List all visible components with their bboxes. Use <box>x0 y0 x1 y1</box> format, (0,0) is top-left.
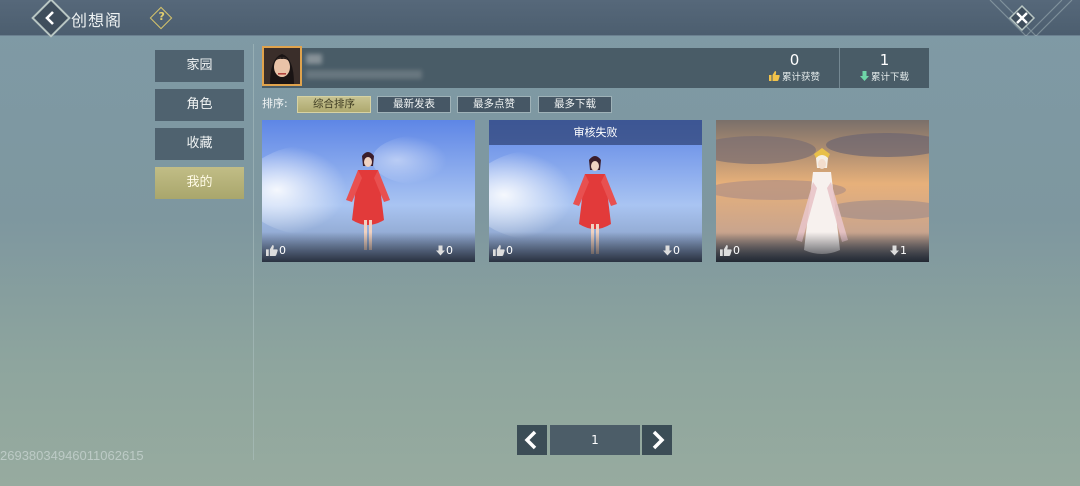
sort-most-downloaded-button[interactable]: 最多下载 <box>538 96 612 113</box>
like-count: 0 <box>733 244 740 257</box>
download-arrow-icon <box>663 245 672 259</box>
previous-page-button[interactable] <box>517 425 547 455</box>
total-likes-value: 0 <box>789 51 800 69</box>
work-card-1[interactable]: 0 0 <box>262 120 475 262</box>
download-count: 0 <box>446 244 453 257</box>
total-downloads-stat: 1 累计下载 <box>839 48 929 88</box>
download-count: 0 <box>673 244 680 257</box>
like-count: 0 <box>279 244 286 257</box>
sidebar-item-favorites[interactable]: 收藏 <box>155 128 244 160</box>
avatar[interactable] <box>262 46 302 86</box>
page-number: 1 <box>550 425 640 455</box>
total-likes-stat: 0 累计获赞 <box>752 48 837 88</box>
review-failed-banner: 审核失败 <box>489 120 702 145</box>
close-button[interactable] <box>1008 4 1036 32</box>
chevron-left-icon <box>45 11 54 25</box>
page-title: 创想阁 <box>71 11 123 30</box>
total-likes-label: 累计获赞 <box>781 72 820 83</box>
close-icon <box>1008 4 1036 32</box>
work-card-2[interactable]: 审核失败 0 0 <box>489 120 702 262</box>
download-arrow-icon <box>859 71 869 86</box>
sidebar-item-character[interactable]: 角色 <box>155 89 244 121</box>
sort-label: 排序: <box>262 97 288 110</box>
download-arrow-icon <box>436 245 445 259</box>
top-bar: 创想阁 ? <box>0 0 1080 38</box>
download-arrow-icon <box>890 245 899 259</box>
sidebar: 家园 角色 收藏 我的 <box>155 50 244 206</box>
vertical-divider <box>253 44 254 460</box>
back-button[interactable] <box>31 0 71 38</box>
thumbs-up-icon <box>720 245 732 259</box>
download-count: 1 <box>900 244 907 257</box>
next-page-button[interactable] <box>642 425 672 455</box>
question-icon: ? <box>158 10 165 24</box>
uid-watermark: 2693803494601106261­5 <box>0 448 144 463</box>
sort-most-liked-button[interactable]: 最多点赞 <box>457 96 531 113</box>
sidebar-item-mine[interactable]: 我的 <box>155 167 244 199</box>
player-name-redacted <box>306 54 322 64</box>
total-downloads-value: 1 <box>879 51 890 69</box>
sort-comprehensive-button[interactable]: 综合排序 <box>297 96 371 113</box>
work-card-3[interactable]: 0 1 <box>716 120 929 262</box>
help-button[interactable]: ? <box>149 6 173 30</box>
sidebar-item-home[interactable]: 家园 <box>155 50 244 82</box>
player-id-redacted <box>306 70 422 79</box>
sort-newest-button[interactable]: 最新发表 <box>377 96 451 113</box>
chevron-left-icon <box>524 430 537 450</box>
thumbs-up-icon <box>768 71 780 86</box>
chevron-right-icon <box>652 430 665 450</box>
thumbs-up-icon <box>493 245 505 259</box>
profile-bar: 0 累计获赞 1 累计下载 <box>262 46 929 88</box>
thumbs-up-icon <box>266 245 278 259</box>
avatar-portrait-icon <box>264 48 300 84</box>
like-count: 0 <box>506 244 513 257</box>
total-downloads-label: 累计下载 <box>870 72 909 83</box>
